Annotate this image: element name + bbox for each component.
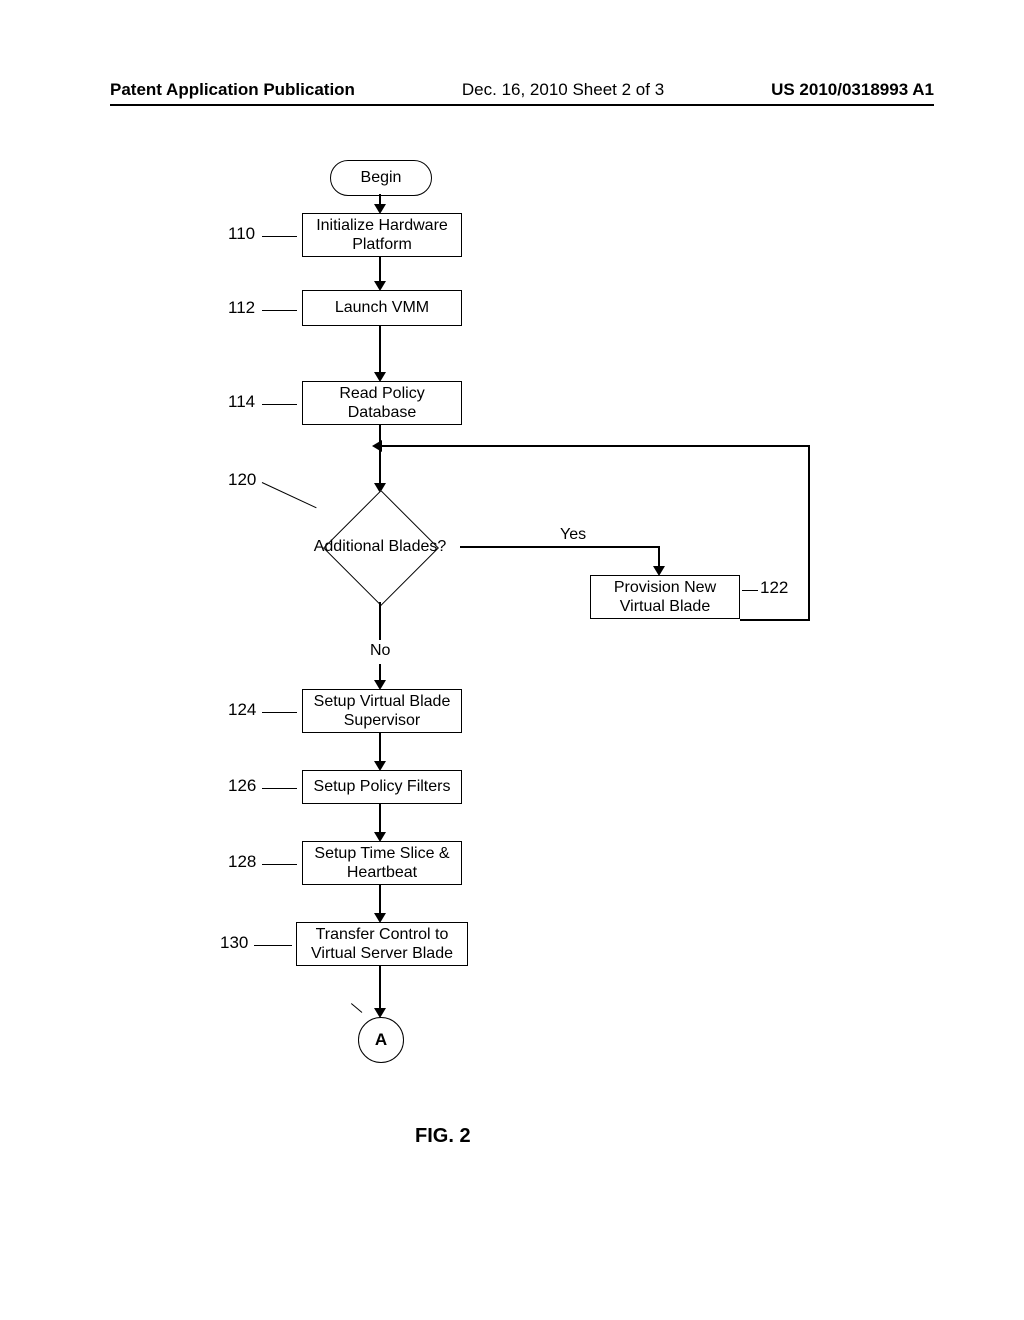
step-read-policy-db: Read Policy Database [302,381,462,425]
leader-line [262,712,297,713]
ref-126: 126 [228,776,256,796]
ref-120: 120 [228,470,256,490]
ref-122: 122 [760,578,788,598]
ref-114: 114 [228,392,255,412]
step-setup-time-slice: Setup Time Slice & Heartbeat [302,841,462,885]
ref-124: 124 [228,700,256,720]
ref-128: 128 [228,852,256,872]
step-provision-new-blade: Provision New Virtual Blade [590,575,740,619]
leader-line [351,1003,362,1013]
arrow-line [379,326,381,374]
loop-vline [808,445,810,621]
page: Patent Application Publication Dec. 16, … [0,0,1024,1320]
arrow-line [379,885,381,915]
decision-label: Additional Blades? [300,492,460,602]
leader-line [262,310,297,311]
arrow-line [379,445,381,485]
leader-line [742,590,758,591]
flowchart-canvas: Begin Initialize Hardware Platform 110 L… [0,0,1024,1320]
yes-branch-hline [460,546,660,548]
arrow-line [379,602,381,640]
ref-112: 112 [228,298,255,318]
leader-line [262,236,297,237]
leader-line [254,945,292,946]
step-setup-supervisor: Setup Virtual Blade Supervisor [302,689,462,733]
arrow-line [379,733,381,763]
arrow-line [379,966,381,1010]
connector-a: A [358,1017,404,1063]
loop-return-hline [380,445,810,447]
leader-line [262,404,297,405]
step-transfer-control: Transfer Control to Virtual Server Blade [296,922,468,966]
arrow-line [379,804,381,834]
arrow-line [379,257,381,283]
step-setup-policy-filters: Setup Policy Filters [302,770,462,804]
edge-label-yes: Yes [560,526,586,544]
step-launch-vmm: Launch VMM [302,290,462,326]
arrow-line [658,546,660,568]
figure-caption: FIG. 2 [415,1125,471,1148]
terminator-begin: Begin [330,160,432,196]
decision-additional-blades: Additional Blades? [300,492,460,602]
ref-110: 110 [228,224,255,244]
loop-hline [740,619,810,621]
edge-label-no: No [370,642,390,660]
step-initialize-hardware: Initialize Hardware Platform [302,213,462,257]
leader-line [262,788,297,789]
ref-130: 130 [220,933,248,953]
leader-line [262,864,297,865]
